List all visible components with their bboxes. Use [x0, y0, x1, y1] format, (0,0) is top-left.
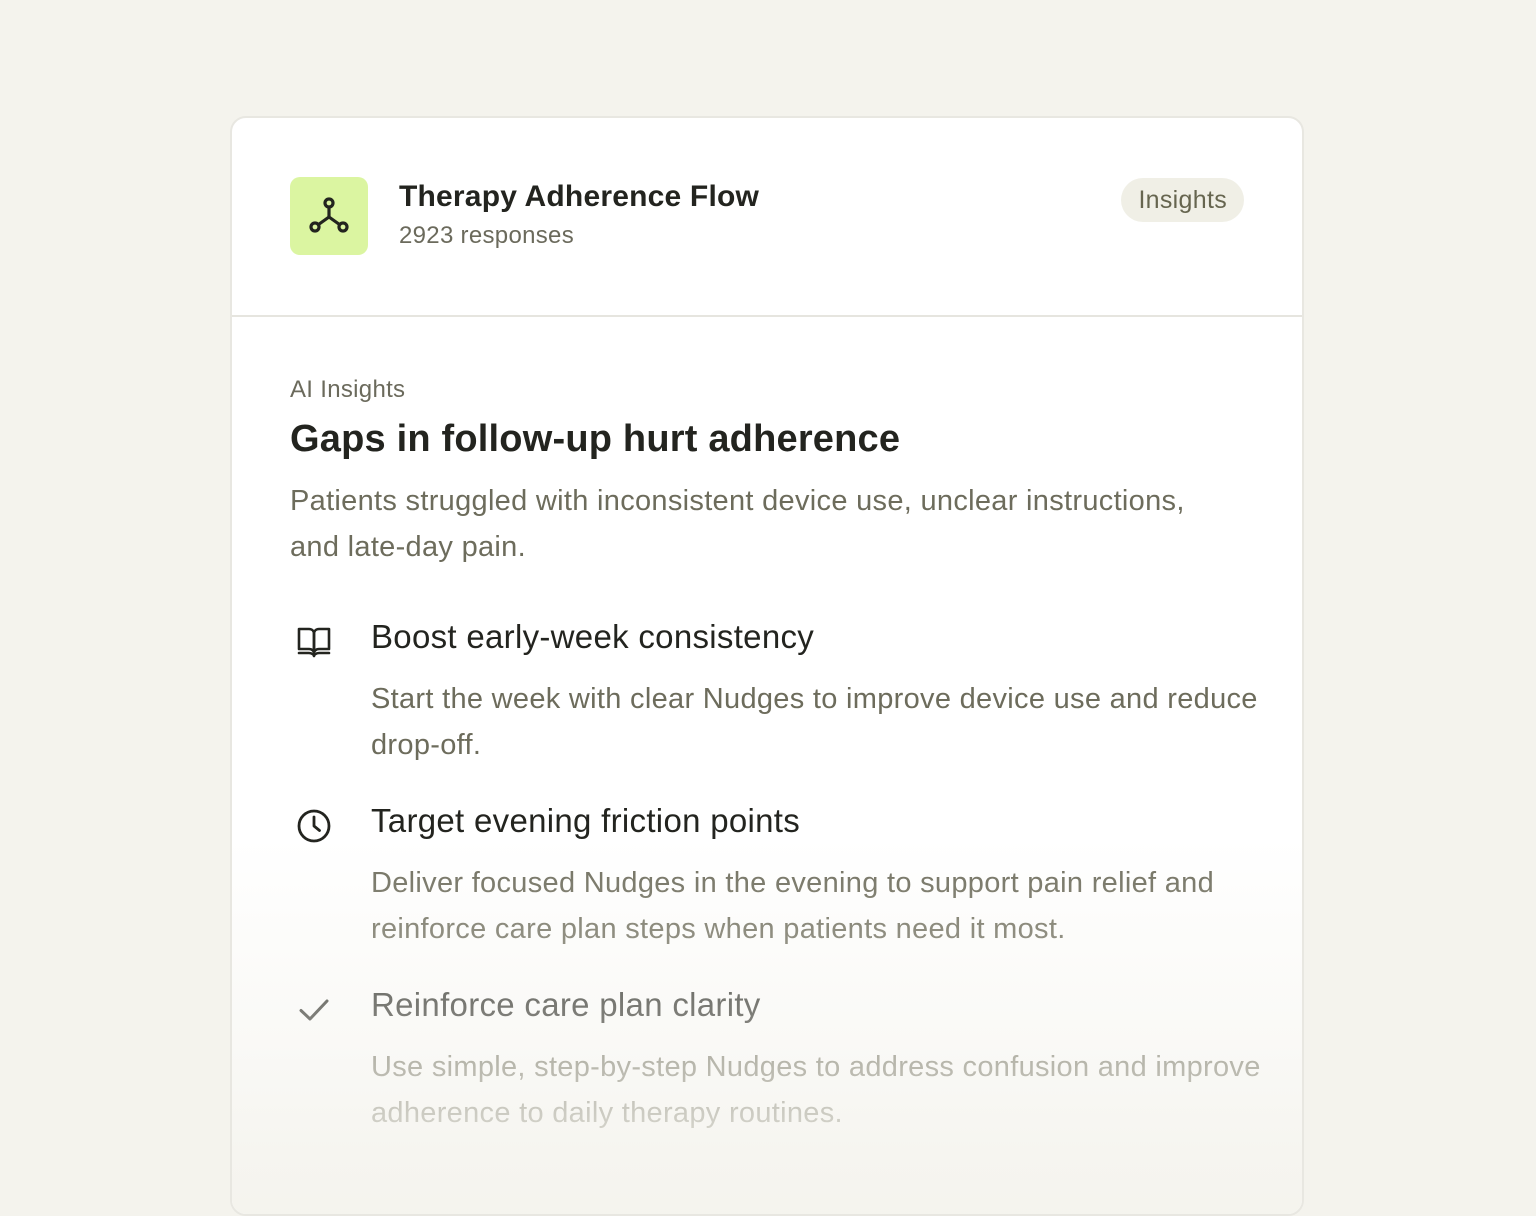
recommendation-body: Start the week with clear Nudges to impr…	[371, 683, 1258, 761]
recommendation-title: Boost early-week consistency	[371, 618, 815, 655]
insight-headline: Gaps in follow-up hurt adherence	[290, 418, 901, 460]
open-book-icon	[294, 621, 334, 661]
recommendation-body: Deliver focused Nudges in the evening to…	[371, 867, 1214, 945]
recommendation-title: Target evening friction points	[371, 802, 801, 839]
insights-card: Therapy Adherence Flow 2923 responses In…	[230, 116, 1304, 1216]
recommendation-title: Reinforce care plan clarity	[371, 986, 761, 1023]
checkmark-icon	[294, 990, 334, 1030]
section-eyebrow: AI Insights	[290, 376, 406, 403]
clock-icon	[294, 806, 334, 846]
flow-title: Therapy Adherence Flow	[399, 180, 760, 213]
response-count: 2923 responses	[399, 222, 574, 249]
card-header: Therapy Adherence Flow 2923 responses In…	[232, 118, 1302, 317]
recommendation-body: Use simple, step-by-step Nudges to addre…	[371, 1051, 1261, 1129]
insights-badge[interactable]: Insights	[1121, 178, 1244, 222]
flow-branch-icon	[290, 177, 368, 255]
insight-summary: Patients struggled with inconsistent dev…	[290, 485, 1185, 563]
